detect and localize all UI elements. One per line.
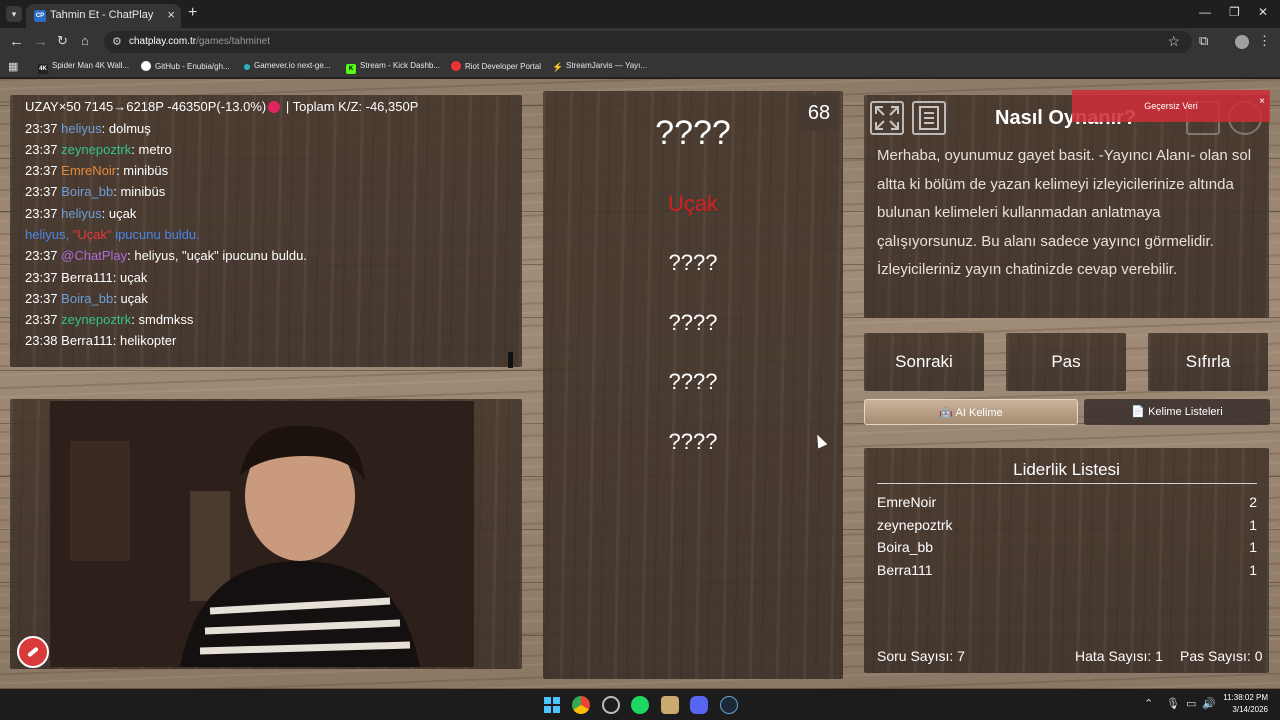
reload-icon[interactable]: ↻ — [57, 33, 68, 49]
league-icon[interactable] — [661, 696, 679, 714]
chat-message: 23:37 Berra111: uçak — [25, 270, 148, 285]
new-tab-button[interactable]: + — [188, 4, 197, 22]
ai-word-tab[interactable]: 🤖 AI Kelime — [864, 399, 1078, 425]
streamer-silhouette — [50, 401, 474, 667]
leaderboard-title: Liderlik Listesi — [1013, 460, 1120, 479]
pass-button[interactable]: Pas — [1006, 333, 1126, 391]
chat-message: 23:37 heliyus: uçak — [25, 206, 137, 221]
error-count: Hata Sayısı: 1 — [1075, 648, 1163, 664]
leaderboard-row: EmreNoir 2 — [877, 494, 1257, 510]
webcam-feed — [50, 401, 474, 667]
bookmark-item[interactable]: Riot Developer Portal — [451, 61, 541, 71]
leaderboard-row: zeynepoztrk 1 — [877, 517, 1257, 533]
chat-message: 23:37 zeynepoztrk: metro — [25, 142, 172, 157]
status-dot-icon — [268, 101, 281, 113]
apps-grid-icon[interactable]: ▦ — [8, 60, 18, 73]
kick-icon: K — [346, 64, 356, 74]
clue-found-notice: heliyus, "Uçak" ipucunu buldu. — [25, 227, 200, 242]
tab-close-icon[interactable]: × — [167, 7, 175, 22]
bookmark-item[interactable]: Gamever.io next-ge... — [244, 61, 330, 70]
windows-start-icon[interactable] — [543, 696, 561, 714]
browser-tab[interactable]: CP Tahmin Et - ChatPlay × — [26, 4, 181, 28]
microphone-icon[interactable]: 🎙 — [1166, 697, 1180, 710]
steam-icon[interactable] — [720, 696, 738, 714]
question-count: Soru Sayısı: 7 — [877, 648, 965, 664]
tab-list-button[interactable]: ▾ — [6, 6, 22, 22]
next-button[interactable]: Sonraki — [864, 333, 984, 391]
toast-close-icon[interactable]: × — [1259, 90, 1265, 114]
webcam-panel — [10, 399, 522, 669]
back-icon[interactable]: ← — [9, 33, 24, 50]
clue-word: ???? — [668, 310, 718, 335]
windows-taskbar: ⌃ 🎙 ▭ 🔊 11:38:02 PM 3/14/2026 — [0, 689, 1280, 720]
clue-word: ???? — [668, 369, 718, 394]
gamever-icon — [244, 64, 250, 70]
chat-message: 23:37 zeynepoztrk: smdmkss — [25, 312, 194, 327]
bookmark-item[interactable]: K Stream - Kick Dashb... — [346, 61, 440, 74]
forward-icon[interactable]: → — [33, 33, 48, 50]
bookmark-item[interactable]: GitHub - Enubia/gh... — [141, 61, 230, 71]
tab-title: Tahmin Et - ChatPlay — [50, 9, 154, 21]
browser-toolbar: ← → ↻ ⌂ ⚙ chatplay.com.tr/games/tahminet… — [0, 28, 1280, 56]
bookmark-item[interactable]: ⚡ StreamJarvis — Yayı... — [552, 61, 647, 72]
volume-icon[interactable]: 🔊 — [1202, 697, 1216, 710]
leaderboard-row: Berra111 1 — [877, 562, 1257, 578]
discord-icon[interactable] — [690, 696, 708, 714]
leaderboard-divider — [877, 483, 1257, 484]
profile-avatar[interactable] — [1235, 35, 1249, 49]
github-icon — [141, 61, 151, 71]
address-bar[interactable]: ⚙ chatplay.com.tr/games/tahminet ☆ — [104, 31, 1192, 53]
extensions-icon[interactable]: ⧉ — [1199, 33, 1208, 49]
recording-toggle-button[interactable] — [17, 636, 49, 668]
chat-message: 23:37 EmreNoir: minibüs — [25, 163, 169, 178]
list-icon: 📄 — [1131, 406, 1146, 418]
restore-icon[interactable]: ❐ — [1229, 5, 1240, 19]
fullscreen-icon[interactable] — [870, 101, 904, 135]
leaderboard-panel — [864, 448, 1269, 673]
leaderboard-row: Boira_bb 1 — [877, 539, 1257, 555]
riot-icon — [451, 61, 461, 71]
word-lists-tab[interactable]: 📄 Kelime Listeleri — [1084, 399, 1270, 425]
error-toast: Geçersiz Veri × — [1072, 90, 1270, 122]
chat-message: 23:38 Berra111: helikopter — [25, 333, 177, 348]
stats-line: UZAY×50 7145→6218P -46350P(-13.0%) | Top… — [25, 99, 419, 114]
home-icon[interactable]: ⌂ — [81, 33, 89, 48]
clue-word: ???? — [668, 429, 718, 454]
bookmark-item[interactable]: 4K Spider Man 4K Wall... — [38, 61, 129, 74]
minimize-icon[interactable]: — — [1199, 5, 1211, 19]
network-icon[interactable]: ▭ — [1186, 697, 1196, 710]
site-info-icon[interactable]: ⚙ — [112, 35, 122, 48]
countdown-timer: 68 — [800, 95, 838, 131]
taskbar-clock[interactable]: 11:38:02 PM 3/14/2026 — [1223, 692, 1268, 716]
menu-icon[interactable]: ⋮ — [1258, 33, 1271, 49]
chatgpt-icon[interactable] — [602, 696, 620, 714]
chat-message: 23:37 Boira_bb: uçak — [25, 291, 148, 306]
tray-chevron-icon[interactable]: ⌃ — [1144, 697, 1153, 710]
chat-message: 23:37 heliyus: dolmuş — [25, 121, 151, 136]
close-window-icon[interactable]: ✕ — [1258, 5, 1268, 19]
spotify-icon[interactable] — [631, 696, 649, 714]
streamjarvis-icon: ⚡ — [552, 62, 564, 72]
chat-message: 23:37 Boira_bb: minibüs — [25, 184, 166, 199]
pass-count: Pas Sayısı: 0 — [1180, 648, 1263, 664]
robot-icon: 🤖 — [939, 407, 954, 419]
toast-message: Geçersiz Veri — [1144, 101, 1198, 111]
bookmark-star-icon[interactable]: ☆ — [1167, 33, 1180, 50]
chat-scrollbar[interactable] — [508, 352, 513, 368]
url-text: chatplay.com.tr/games/tahminet — [129, 36, 270, 47]
chat-message: 23:37 @ChatPlay: heliyus, "uçak" ipucunu… — [25, 248, 307, 263]
document-icon[interactable] — [912, 101, 946, 135]
bookmarks-bar: ▦ 4K Spider Man 4K Wall... GitHub - Enubi… — [0, 56, 1280, 78]
secret-word: ???? — [655, 114, 731, 152]
chrome-icon[interactable] — [572, 696, 590, 714]
how-to-play-text: Merhaba, oyunumuz gayet basit. -Yayıncı … — [877, 147, 1252, 278]
clue-word: ???? — [668, 250, 718, 275]
tab-favicon-icon: CP — [34, 10, 46, 22]
clue-word: Uçak — [667, 191, 719, 216]
bookmark-4k-icon: 4K — [38, 64, 48, 74]
reset-button[interactable]: Sıfırla — [1148, 333, 1268, 391]
browser-tabbar: ▾ CP Tahmin Et - ChatPlay × + — ❐ ✕ — [0, 0, 1280, 28]
